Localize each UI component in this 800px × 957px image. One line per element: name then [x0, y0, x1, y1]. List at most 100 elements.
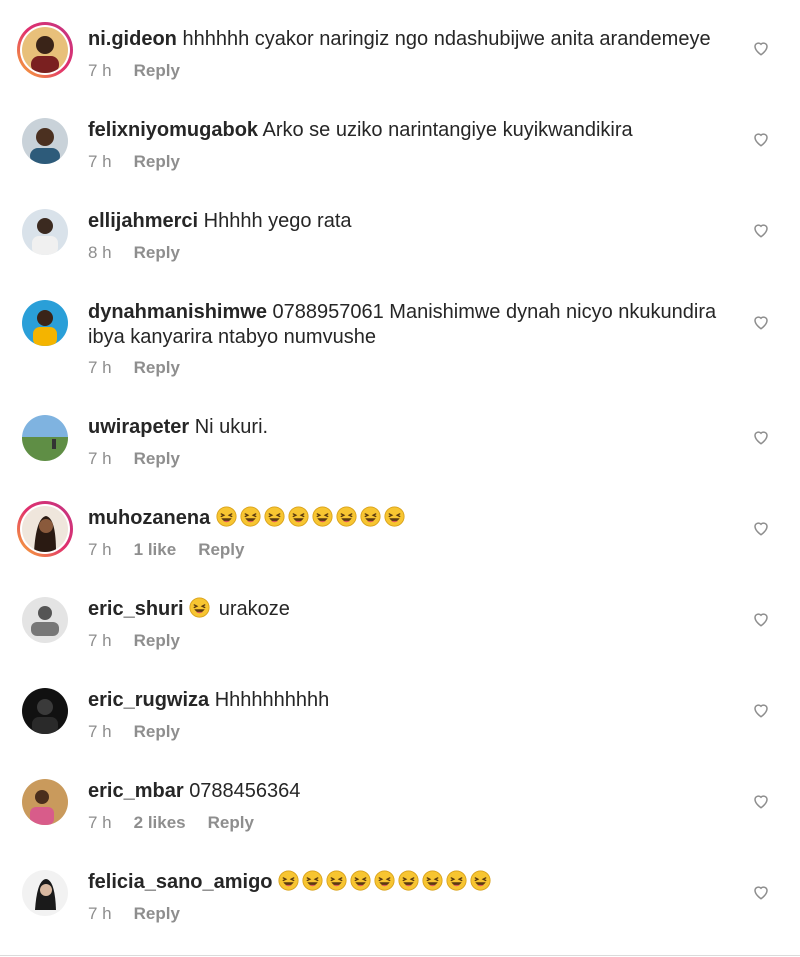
- laughing-emoji-icon: [446, 870, 467, 891]
- reply-button[interactable]: Reply: [134, 152, 180, 171]
- like-count[interactable]: 1 like: [134, 540, 177, 559]
- laughing-emoji-icon: [278, 870, 299, 891]
- comment-body: 0788456364: [189, 780, 301, 802]
- comment-text: ni.gideon hhhhhh cyakor naringiz ngo nda…: [88, 27, 728, 52]
- emoji-row: [216, 506, 408, 529]
- comment-text: eric_mbar 0788456364: [88, 779, 728, 804]
- reply-button[interactable]: Reply: [134, 631, 180, 650]
- comment-username[interactable]: muhozanena: [88, 507, 210, 529]
- comment-time: 7 h: [88, 631, 112, 650]
- comment-username[interactable]: eric_rugwiza: [88, 689, 209, 711]
- comment-body: Arko se uziko narintangiye kuyikwandikir…: [262, 119, 633, 141]
- heart-outline-icon[interactable]: [752, 428, 770, 446]
- reply-button[interactable]: Reply: [198, 540, 244, 559]
- heart-outline-icon[interactable]: [752, 130, 770, 148]
- comment-time: 8 h: [88, 243, 112, 262]
- reply-button[interactable]: Reply: [134, 358, 180, 377]
- comment-meta: 7 h Reply: [88, 631, 202, 651]
- comment-time: 7 h: [88, 540, 112, 559]
- reply-button[interactable]: Reply: [208, 813, 254, 832]
- heart-outline-icon[interactable]: [752, 39, 770, 57]
- laughing-emoji-icon: [189, 597, 210, 618]
- heart-outline-icon[interactable]: [752, 519, 770, 537]
- laughing-emoji-icon: [398, 870, 419, 891]
- laughing-emoji-icon: [422, 870, 443, 891]
- like-count[interactable]: 2 likes: [134, 813, 186, 832]
- comment-meta: 7 h Reply: [88, 449, 202, 469]
- reply-button[interactable]: Reply: [134, 449, 180, 468]
- comment-time: 7 h: [88, 722, 112, 741]
- avatar[interactable]: [22, 870, 68, 916]
- comment-body: urakoze: [218, 598, 290, 620]
- comment-meta: 7 h Reply: [88, 722, 202, 742]
- emoji-row: [189, 597, 219, 620]
- reply-button[interactable]: Reply: [134, 61, 180, 80]
- comment-time: 7 h: [88, 813, 112, 832]
- comment-text: dynahmanishimwe 0788957061 Manishimwe dy…: [88, 300, 728, 350]
- avatar[interactable]: [22, 300, 68, 346]
- reply-button[interactable]: Reply: [134, 904, 180, 923]
- laughing-emoji-icon: [264, 506, 285, 527]
- comment-text: uwirapeter Ni ukuri.: [88, 415, 728, 440]
- laughing-emoji-icon: [336, 506, 357, 527]
- comment-text: muhozanena: [88, 506, 728, 531]
- avatar[interactable]: [22, 779, 68, 825]
- comment-username[interactable]: eric_shuri: [88, 598, 184, 620]
- comment-meta: 7 h Reply: [88, 61, 202, 81]
- comment-username[interactable]: ellijahmerci: [88, 210, 198, 232]
- comment-text: eric_shuri urakoze: [88, 597, 728, 622]
- avatar[interactable]: [22, 209, 68, 255]
- laughing-emoji-icon: [384, 506, 405, 527]
- comment-meta: 7 h Reply: [88, 904, 202, 924]
- comment-body: Ni ukuri.: [194, 416, 269, 438]
- divider: [0, 955, 800, 956]
- laughing-emoji-icon: [350, 870, 371, 891]
- comment-username[interactable]: ni.gideon: [88, 28, 177, 50]
- laughing-emoji-icon: [374, 870, 395, 891]
- comment-text: felicia_sano_amigo: [88, 870, 728, 895]
- laughing-emoji-icon: [360, 506, 381, 527]
- heart-outline-icon[interactable]: [752, 610, 770, 628]
- laughing-emoji-icon: [312, 506, 333, 527]
- comment-meta: 7 h 2 likes Reply: [88, 813, 276, 833]
- laughing-emoji-icon: [326, 870, 347, 891]
- comment-body: Hhhhh yego rata: [203, 210, 352, 232]
- avatar[interactable]: [17, 22, 73, 78]
- laughing-emoji-icon: [470, 870, 491, 891]
- avatar[interactable]: [17, 501, 73, 557]
- comment-text: felixniyomugabok Arko se uziko narintang…: [88, 118, 728, 143]
- comment-time: 7 h: [88, 449, 112, 468]
- laughing-emoji-icon: [302, 870, 323, 891]
- comment-meta: 7 h Reply: [88, 152, 202, 172]
- comment-username[interactable]: felixniyomugabok: [88, 119, 258, 141]
- reply-button[interactable]: Reply: [134, 722, 180, 741]
- heart-outline-icon[interactable]: [752, 313, 770, 331]
- comment-username[interactable]: uwirapeter: [88, 416, 189, 438]
- comment-meta: 7 h 1 like Reply: [88, 540, 266, 560]
- heart-outline-icon[interactable]: [752, 883, 770, 901]
- avatar[interactable]: [22, 118, 68, 164]
- avatar[interactable]: [22, 415, 68, 461]
- comment-username[interactable]: eric_mbar: [88, 780, 184, 802]
- comment-time: 7 h: [88, 904, 112, 923]
- emoji-row: [278, 870, 494, 893]
- avatar[interactable]: [22, 597, 68, 643]
- comment-time: 7 h: [88, 358, 112, 377]
- laughing-emoji-icon: [288, 506, 309, 527]
- comment-time: 7 h: [88, 152, 112, 171]
- comment-body: hhhhhh cyakor naringiz ngo ndashubijwe a…: [182, 28, 711, 50]
- heart-outline-icon[interactable]: [752, 701, 770, 719]
- heart-outline-icon[interactable]: [752, 221, 770, 239]
- comment-meta: 7 h Reply: [88, 358, 202, 378]
- reply-button[interactable]: Reply: [134, 243, 180, 262]
- comment-username[interactable]: felicia_sano_amigo: [88, 871, 273, 893]
- comment-text: eric_rugwiza Hhhhhhhhhh: [88, 688, 728, 713]
- heart-outline-icon[interactable]: [752, 792, 770, 810]
- laughing-emoji-icon: [240, 506, 261, 527]
- comment-body: Hhhhhhhhhh: [214, 689, 330, 711]
- comment-username[interactable]: dynahmanishimwe: [88, 301, 267, 323]
- avatar[interactable]: [22, 688, 68, 734]
- comment-time: 7 h: [88, 61, 112, 80]
- comment-meta: 8 h Reply: [88, 243, 202, 263]
- laughing-emoji-icon: [216, 506, 237, 527]
